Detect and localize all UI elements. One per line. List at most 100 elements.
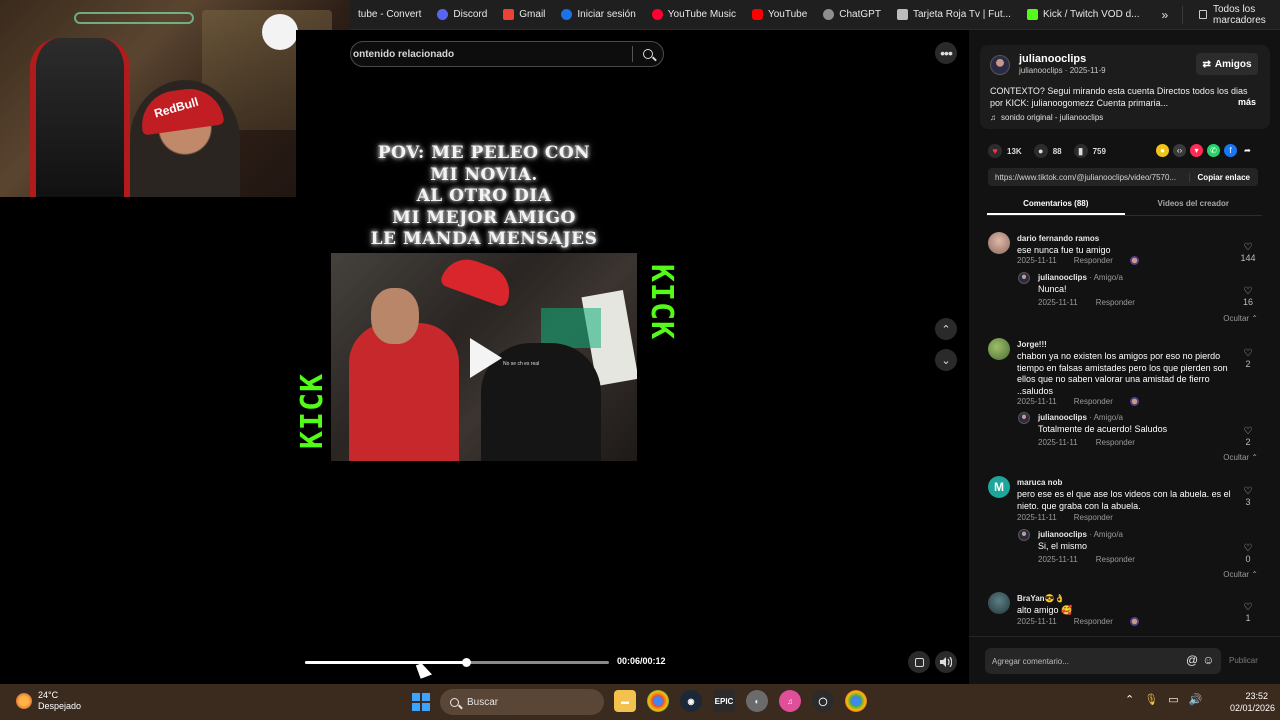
bookmarks-bar: tube - Convert Discord Gmail Iniciar ses… xyxy=(350,0,1280,30)
commenter-avatar[interactable]: M xyxy=(988,476,1010,498)
picture-in-picture-button[interactable] xyxy=(908,651,930,673)
volume-button[interactable] xyxy=(935,651,957,673)
weather-widget[interactable]: 24°C Despejado xyxy=(16,690,81,712)
commenter-avatar[interactable] xyxy=(988,592,1010,614)
tab-creator-videos[interactable]: Videos del creador xyxy=(1125,196,1263,215)
bookmark-youtube[interactable]: YouTube xyxy=(744,0,815,30)
volume-icon[interactable]: 🔊 xyxy=(1189,693,1203,706)
chrome-dev-icon[interactable] xyxy=(845,690,867,712)
commenter-avatar[interactable] xyxy=(988,338,1010,360)
sound-link[interactable]: ♫ sonido original - julianooclips xyxy=(990,113,1103,122)
send-icon[interactable]: ▾ xyxy=(1190,144,1203,157)
network-icon[interactable]: ▭ xyxy=(1168,693,1178,706)
coin-icon[interactable]: ● xyxy=(1156,144,1169,157)
commenter-name[interactable]: Jorge!!! xyxy=(1017,340,1047,349)
reply-button[interactable]: Responder xyxy=(1074,513,1113,522)
hide-replies-button[interactable]: Ocultar ⌃ xyxy=(1223,314,1258,323)
tray-overflow-icon[interactable]: ⌃ xyxy=(1125,693,1134,706)
author-avatar[interactable] xyxy=(990,55,1010,75)
bookmarks-overflow-button[interactable]: » xyxy=(1147,8,1182,22)
commenter-name[interactable]: BraYan😎👌 xyxy=(1017,594,1065,603)
comment-button[interactable]: ● 88 xyxy=(1033,144,1062,158)
comment-text: chabon ya no existen los amigos por eso … xyxy=(1017,351,1228,396)
description-more-link[interactable]: más xyxy=(1238,97,1256,107)
chrome-icon[interactable] xyxy=(647,690,669,712)
commenter-name[interactable]: dario fernando ramos xyxy=(1017,234,1099,243)
reply-like[interactable]: ♡ 0 xyxy=(1238,543,1258,564)
commenter-name[interactable]: maruca nob xyxy=(1017,478,1062,487)
facebook-icon[interactable]: f xyxy=(1224,144,1237,157)
reply-author[interactable]: julianooclips · Amigo/a xyxy=(1038,413,1123,422)
search-input[interactable]: ontenido relacionado xyxy=(351,49,632,60)
music-app-icon[interactable]: ♫ xyxy=(779,690,801,712)
hide-replies-button[interactable]: Ocultar ⌃ xyxy=(1223,570,1258,579)
reply-like[interactable]: ♡ 2 xyxy=(1238,426,1258,447)
like-button[interactable]: ♥ 13K xyxy=(988,144,1022,158)
commenter-avatar[interactable] xyxy=(988,232,1010,254)
reply-button[interactable]: Responder xyxy=(1096,438,1135,447)
search-button[interactable] xyxy=(633,49,663,59)
progress-bar[interactable] xyxy=(305,658,609,667)
reply-button[interactable]: Responder xyxy=(1074,617,1113,626)
copy-link-button[interactable]: Copiar enlace xyxy=(1188,172,1258,182)
next-video-button[interactable]: ⌄ xyxy=(935,349,957,371)
reply-button[interactable]: Responder xyxy=(1096,298,1135,307)
search-icon xyxy=(450,697,459,707)
opera-gx-icon[interactable]: ◯ xyxy=(812,690,834,712)
share-arrow-icon[interactable]: ➦ xyxy=(1241,144,1254,157)
tab-comments[interactable]: Comentarios (88) xyxy=(987,196,1125,215)
comment-item: dario fernando ramos ese nunca fue tu am… xyxy=(980,228,1270,328)
emoji-icon[interactable]: ☺ xyxy=(1202,653,1214,667)
share-url[interactable]: https://www.tiktok.com/@julianooclips/vi… xyxy=(988,173,1189,182)
bookmark-tarjeta-roja[interactable]: Tarjeta Roja Tv | Fut... xyxy=(889,0,1019,30)
whatsapp-icon[interactable]: ✆ xyxy=(1207,144,1220,157)
reply-author[interactable]: julianooclips · Amigo/a xyxy=(1038,530,1123,539)
friends-button[interactable]: ⇄ Amigos xyxy=(1196,53,1258,75)
previous-video-button[interactable]: ⌃ xyxy=(935,318,957,340)
reply-text: Nunca! xyxy=(1038,284,1067,294)
windows-start-button[interactable] xyxy=(412,693,430,711)
reply-avatar[interactable] xyxy=(1018,529,1030,541)
reply-button[interactable]: Responder xyxy=(1074,397,1113,406)
reply-avatar[interactable] xyxy=(1018,272,1030,284)
mention-icon[interactable]: @ xyxy=(1186,653,1198,667)
bookmark-chatgpt[interactable]: ChatGPT xyxy=(815,0,889,30)
comment-like[interactable]: ♡ 1 xyxy=(1238,602,1258,623)
comment-like[interactable]: ♡ 3 xyxy=(1238,486,1258,507)
microphone-icon[interactable]: 🎙 xyxy=(1144,693,1158,706)
all-bookmarks-button[interactable]: Todos los marcadores xyxy=(1182,4,1280,26)
comment-like[interactable]: ♡ 144 xyxy=(1238,242,1258,263)
bookmark-youtube-music[interactable]: YouTube Music xyxy=(644,0,744,30)
steam-icon[interactable]: ◉ xyxy=(680,690,702,712)
embed-icon[interactable]: ‹› xyxy=(1173,144,1186,157)
reply-avatar[interactable] xyxy=(1018,412,1030,424)
play-icon[interactable] xyxy=(470,338,502,378)
file-explorer-icon[interactable]: ▬ xyxy=(614,690,636,712)
bookmark-gmail[interactable]: Gmail xyxy=(495,0,553,30)
reply-date: 2025-11-11 xyxy=(1038,438,1078,447)
related-content-search[interactable]: ontenido relacionado xyxy=(350,41,664,67)
heart-outline-icon: ♡ xyxy=(1243,426,1253,437)
reply-author-name: julianooclips xyxy=(1038,413,1087,422)
panel-tabs: Comentarios (88) Videos del creador xyxy=(987,196,1262,216)
hide-replies-button[interactable]: Ocultar ⌃ xyxy=(1223,453,1258,462)
bookmark-convert[interactable]: tube - Convert xyxy=(350,0,429,30)
more-options-button[interactable]: ••• xyxy=(935,42,957,64)
taskbar-search[interactable]: Buscar xyxy=(440,689,604,715)
publish-button[interactable]: Publicar xyxy=(1229,656,1258,665)
epic-games-icon[interactable]: EPIC xyxy=(713,690,735,712)
share-buttons: ● ‹› ▾ ✆ f ➦ xyxy=(1156,144,1254,157)
save-button[interactable]: ▮ 759 xyxy=(1073,144,1106,158)
bookmark-login[interactable]: Iniciar sesión xyxy=(553,0,643,30)
bookmark-discord[interactable]: Discord xyxy=(429,0,495,30)
comment-like[interactable]: ♡ 2 xyxy=(1238,348,1258,369)
author-name[interactable]: julianooclips xyxy=(1019,53,1086,65)
app-icon[interactable]: ◐ xyxy=(746,690,768,712)
engagement-stats: ♥ 13K ● 88 ▮ 759 xyxy=(988,143,1118,159)
taskbar-clock[interactable]: 23:52 02/01/2026 xyxy=(1230,690,1275,714)
reply-button[interactable]: Responder xyxy=(1096,555,1135,564)
reply-author[interactable]: julianooclips · Amigo/a xyxy=(1038,273,1123,282)
reply-button[interactable]: Responder xyxy=(1074,256,1113,265)
reply-like[interactable]: ♡ 16 xyxy=(1238,286,1258,307)
bookmark-kick-vod[interactable]: Kick / Twitch VOD d... xyxy=(1019,0,1148,30)
